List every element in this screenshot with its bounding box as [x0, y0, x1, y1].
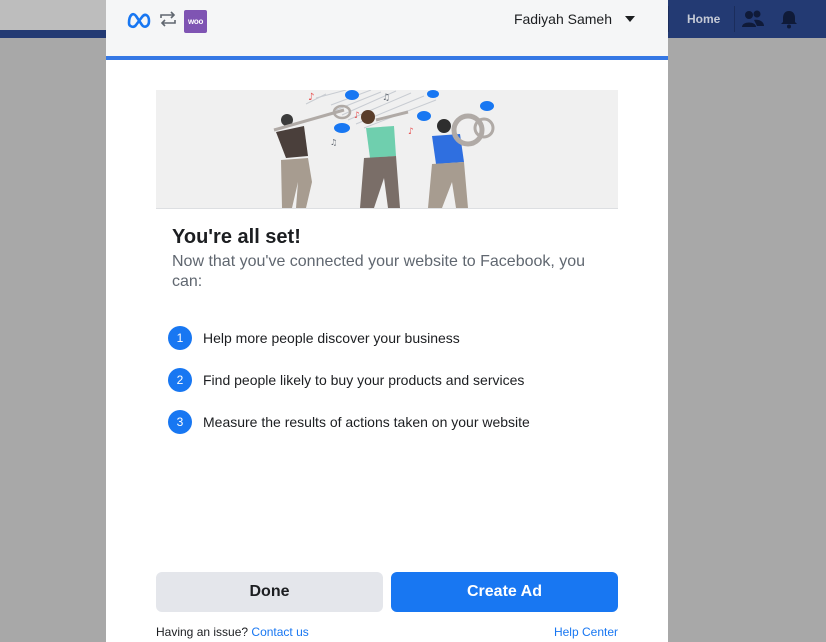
help-center-link[interactable]: Help Center [554, 624, 618, 640]
issue-text: Having an issue? [156, 625, 249, 639]
list-item: 3 Measure the results of actions taken o… [168, 409, 608, 435]
account-switcher[interactable]: Fadiyah Sameh [514, 10, 636, 28]
step-number-badge: 1 [168, 326, 192, 350]
create-ad-button[interactable]: Create Ad [391, 572, 618, 612]
account-name: Fadiyah Sameh [513, 11, 612, 27]
issue-prompt: Having an issue? Contact us [156, 624, 309, 640]
background-nav: Home [668, 0, 826, 38]
benefits-list: 1 Help more people discover your busines… [168, 325, 608, 451]
svg-text:♪: ♪ [308, 92, 314, 103]
woocommerce-logo-icon: woo [184, 10, 207, 33]
meta-logo-icon [126, 7, 152, 36]
dialog-subtitle: Now that you've connected your website t… [172, 253, 586, 290]
header-accent-border [106, 56, 668, 60]
list-item: 2 Find people likely to buy your product… [168, 367, 608, 393]
contact-us-link[interactable]: Contact us [251, 625, 308, 639]
background-search-strip [0, 0, 106, 30]
dialog-content: You're all set! Now that you've connecte… [172, 225, 612, 292]
step-number-badge: 3 [168, 410, 192, 434]
hero-illustration: ♪ ♪ ♪ ♫ ♪ ♫ [156, 90, 618, 209]
sync-arrows-icon [158, 10, 178, 33]
caret-down-icon[interactable] [624, 10, 636, 28]
step-text: Help more people discover your business [203, 330, 460, 346]
dialog-header: woo Fadiyah Sameh [106, 0, 668, 56]
step-text: Find people likely to buy your products … [203, 372, 525, 388]
svg-text:♪: ♪ [408, 127, 414, 137]
list-item: 1 Help more people discover your busines… [168, 325, 608, 351]
svg-text:♫: ♫ [330, 138, 337, 147]
step-number-badge: 2 [168, 368, 192, 392]
setup-complete-dialog: woo Fadiyah Sameh ♪ ♪ ♪ ♫ ♫ You're all s… [106, 0, 668, 642]
notifications-bell-icon [771, 0, 807, 38]
dialog-title: You're all set! [172, 226, 301, 248]
logo-group: woo [126, 7, 207, 36]
friends-icon [735, 0, 771, 38]
dialog-footer: Having an issue? Contact us Help Center [156, 624, 618, 640]
nav-home-link: Home [687, 12, 721, 26]
svg-text:♪: ♪ [354, 111, 360, 121]
step-text: Measure the results of actions taken on … [203, 414, 530, 430]
done-button[interactable]: Done [156, 572, 383, 612]
svg-text:♫: ♫ [382, 93, 390, 103]
